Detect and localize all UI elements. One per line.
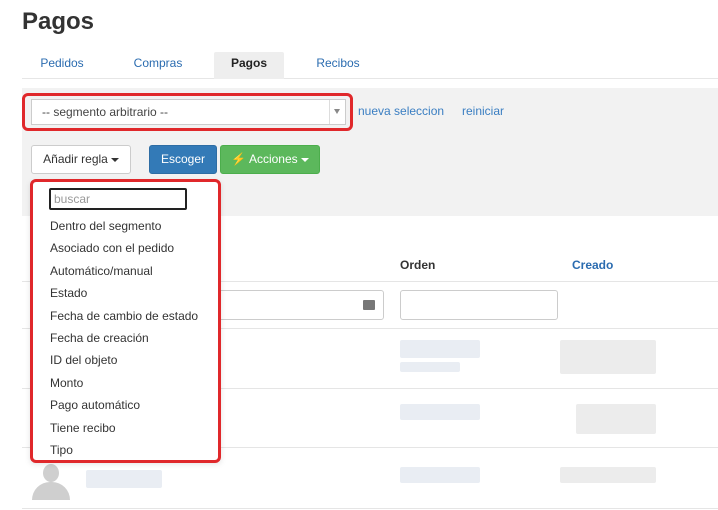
date-filter-input[interactable] xyxy=(200,290,384,320)
lightning-icon: ⚡ xyxy=(231,152,247,166)
table-row-order-redacted xyxy=(400,362,460,372)
table-row-created-redacted xyxy=(576,404,656,434)
order-filter-input[interactable] xyxy=(400,290,558,320)
divider xyxy=(22,508,718,509)
tab-recibos[interactable]: Recibos xyxy=(298,52,378,79)
calendar-icon xyxy=(363,300,375,310)
add-rule-label: Añadir regla xyxy=(43,152,108,166)
choose-button[interactable]: Escoger xyxy=(149,145,217,174)
table-row-order-redacted xyxy=(400,467,480,483)
caret-down-icon xyxy=(300,157,309,162)
add-rule-button[interactable]: Añadir regla xyxy=(31,145,131,174)
avatar xyxy=(30,462,72,500)
table-row-created-redacted xyxy=(560,467,656,483)
new-selection-link[interactable]: nueva seleccion xyxy=(358,104,444,118)
table-row-order-redacted xyxy=(400,404,480,420)
table-row-name-redacted xyxy=(86,470,162,488)
tab-compras[interactable]: Compras xyxy=(118,52,198,79)
page-title: Pagos xyxy=(22,8,95,35)
tab-bar: Pedidos Compras Pagos Recibos xyxy=(22,52,718,79)
caret-down-icon xyxy=(110,157,119,162)
highlight-box-dropdown xyxy=(30,179,221,463)
actions-button[interactable]: ⚡ Acciones xyxy=(220,145,320,174)
actions-label: Acciones xyxy=(248,152,298,166)
reset-link[interactable]: reiniciar xyxy=(462,104,504,118)
table-row-created-redacted xyxy=(560,340,656,374)
tab-pedidos[interactable]: Pedidos xyxy=(22,52,102,79)
tab-pagos[interactable]: Pagos xyxy=(214,52,284,79)
table-row-order-redacted xyxy=(400,340,480,358)
column-header-orden: Orden xyxy=(400,258,436,272)
column-header-creado[interactable]: Creado xyxy=(572,258,613,272)
highlight-box-segment xyxy=(22,93,353,131)
